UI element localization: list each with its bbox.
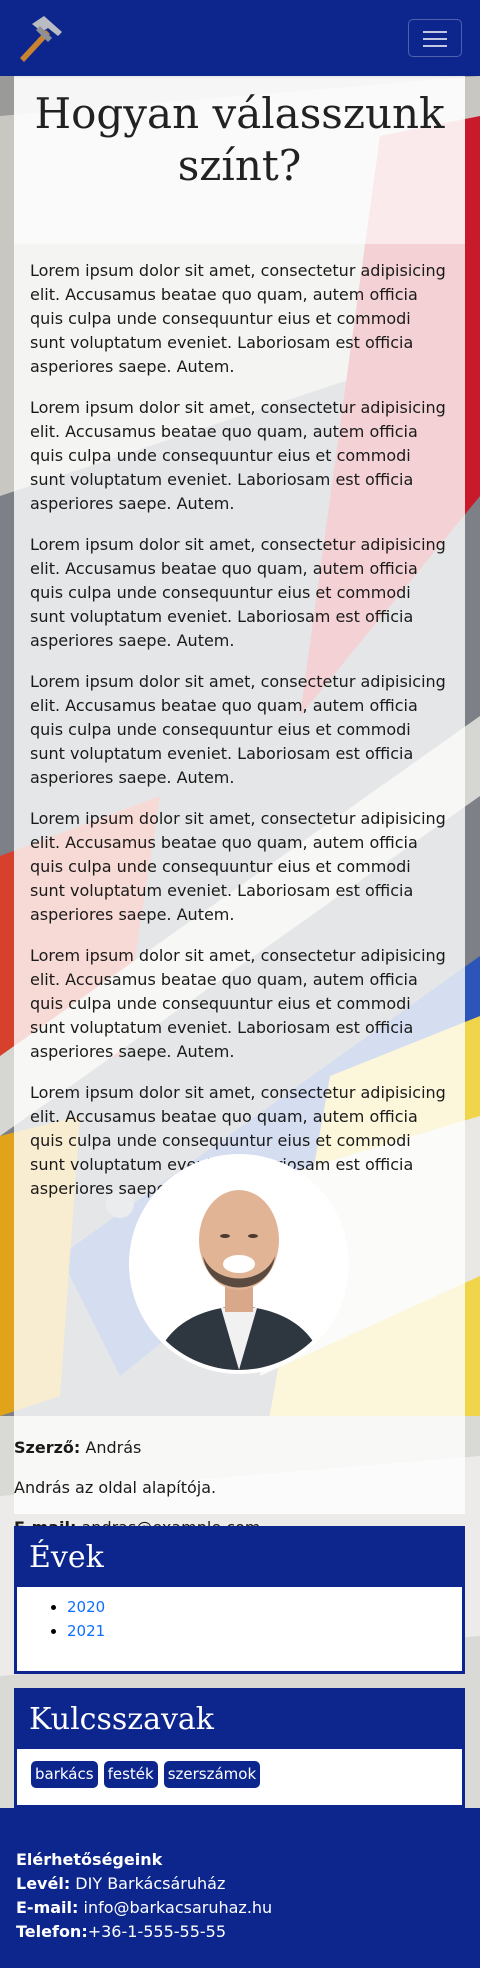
keywords-card: Kulcsszavak barkács festék szerszámok <box>14 1688 465 1808</box>
footer-heading: Elérhetőségeink <box>16 1850 163 1869</box>
title-banner: Hogyan válasszunk színt? <box>14 78 465 244</box>
year-link[interactable]: 2021 <box>67 1622 105 1640</box>
contact-phone: Telefon:+36-1-555-55-55 <box>16 1922 227 1941</box>
year-link[interactable]: 2020 <box>67 1598 105 1616</box>
years-list: 2020 2021 <box>17 1587 462 1649</box>
article: Hogyan válasszunk színt? Lorem ipsum dol… <box>14 66 465 1537</box>
paragraph: Lorem ipsum dolor sit amet, consectetur … <box>30 398 446 513</box>
list-item: 2021 <box>67 1619 462 1643</box>
author-bio: András az oldal alapítója. <box>14 1478 217 1497</box>
tag-badge[interactable]: szerszámok <box>163 1761 261 1788</box>
years-card: Évek 2020 2021 <box>14 1526 465 1674</box>
keywords-title: Kulcsszavak <box>17 1691 462 1749</box>
paragraph: Lorem ipsum dolor sit amet, consectetur … <box>30 946 446 1061</box>
navbar <box>0 0 480 76</box>
hamburger-icon <box>423 31 447 33</box>
author-name-line: Szerző: András <box>14 1438 142 1457</box>
hammer-icon[interactable] <box>14 12 68 66</box>
article-body: Lorem ipsum dolor sit amet, consectetur … <box>30 259 450 1218</box>
contact-mail: Levél: DIY Barkácsáruház <box>16 1874 226 1893</box>
tag-badge[interactable]: festék <box>103 1761 158 1788</box>
menu-toggle-button[interactable] <box>408 19 462 57</box>
paragraph: Lorem ipsum dolor sit amet, consectetur … <box>30 672 446 787</box>
paragraph: Lorem ipsum dolor sit amet, consectetur … <box>30 809 446 924</box>
paragraph: Lorem ipsum dolor sit amet, consectetur … <box>30 261 446 376</box>
paragraph: Lorem ipsum dolor sit amet, consectetur … <box>30 535 446 650</box>
page-title: Hogyan válasszunk színt? <box>34 89 445 190</box>
author-name: András <box>80 1438 142 1457</box>
years-title: Évek <box>17 1529 462 1587</box>
footer: Elérhetőségeink Levél: DIY Barkácsáruház… <box>0 1808 480 1968</box>
contact-email: E-mail: info@barkacsaruhaz.hu <box>16 1898 273 1917</box>
author-avatar <box>129 1154 349 1374</box>
contact-info: Elérhetőségeink Levél: DIY Barkácsáruház… <box>16 1848 272 1944</box>
list-item: 2020 <box>67 1595 462 1619</box>
tag-badge[interactable]: barkács <box>31 1761 98 1788</box>
tag-list: barkács festék szerszámok <box>17 1749 462 1798</box>
